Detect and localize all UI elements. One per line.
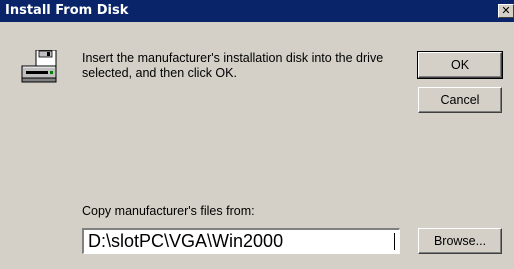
dialog-title: Install From Disk — [5, 3, 129, 18]
install-from-disk-dialog: Install From Disk ✕ Insert the manufactu… — [0, 0, 514, 269]
ok-button[interactable]: OK — [417, 51, 503, 79]
instruction-text: Insert the manufacturer's installation d… — [82, 51, 384, 80]
text-caret — [394, 233, 395, 250]
close-button[interactable]: ✕ — [498, 4, 514, 18]
close-icon: ✕ — [501, 4, 511, 17]
browse-button[interactable]: Browse... — [418, 228, 502, 254]
copy-from-path-value: D:\slotPC\VGA\Win2000 — [88, 231, 284, 251]
title-bar[interactable]: Install From Disk ✕ — [0, 0, 514, 22]
copy-from-label: Copy manufacturer's files from: — [82, 204, 255, 218]
copy-from-path-input[interactable]: D:\slotPC\VGA\Win2000 — [82, 228, 400, 254]
floppy-disk-drive-icon — [21, 50, 57, 83]
cancel-button[interactable]: Cancel — [418, 87, 502, 113]
